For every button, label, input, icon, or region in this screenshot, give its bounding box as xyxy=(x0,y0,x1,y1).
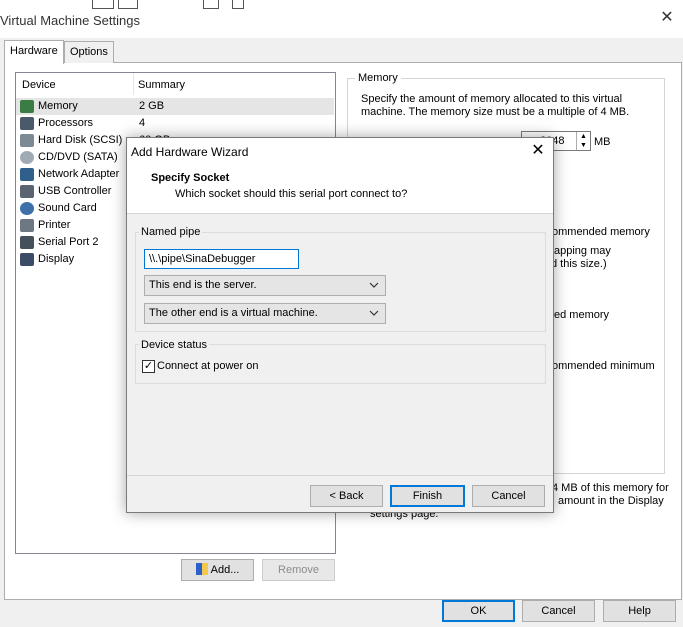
network-icon xyxy=(20,168,34,181)
column-header-summary[interactable]: Summary xyxy=(138,79,185,91)
memory-swapping-text: apping may xyxy=(554,245,611,257)
back-button[interactable]: < Back xyxy=(310,485,383,507)
cd-icon xyxy=(20,151,34,164)
device-name: USB Controller xyxy=(38,185,112,197)
memory-description-line1: Specify the amount of memory allocated t… xyxy=(361,93,623,105)
pipe-name-input[interactable]: \\.\pipe\SinaDebugger xyxy=(144,249,299,269)
device-name: Serial Port 2 xyxy=(38,236,99,248)
processor-icon xyxy=(20,117,34,130)
column-header-device[interactable]: Device xyxy=(22,79,56,91)
device-name: Hard Disk (SCSI) xyxy=(38,134,123,146)
toolbar-button[interactable] xyxy=(173,0,185,9)
window-title: Virtual Machine Settings xyxy=(0,13,140,28)
tab-hardware[interactable]: Hardware xyxy=(4,40,64,64)
other-end-select[interactable]: The other end is a virtual machine. xyxy=(144,303,386,324)
wizard-title: Add Hardware Wizard xyxy=(131,145,249,159)
finish-button[interactable]: Finish xyxy=(390,485,465,507)
device-name: Sound Card xyxy=(38,202,97,214)
connect-at-power-on-label: Connect at power on xyxy=(157,360,259,372)
device-status-group-label: Device status xyxy=(139,339,210,351)
device-summary: 2 GB xyxy=(139,100,165,112)
wizard-cancel-button[interactable]: Cancel xyxy=(472,485,545,507)
spinner-arrows-icon[interactable]: ▲ ▼ xyxy=(576,132,590,150)
add-device-button[interactable]: Add... xyxy=(181,559,254,581)
remove-device-button[interactable]: Remove xyxy=(262,559,335,581)
toolbar-button[interactable] xyxy=(140,0,162,9)
usb-icon xyxy=(20,185,34,198)
device-row-memory[interactable]: Memory 2 GB xyxy=(16,98,334,115)
chevron-down-icon xyxy=(369,310,379,316)
memory-icon xyxy=(20,100,34,113)
toolbar-button[interactable] xyxy=(232,0,244,9)
device-name: Printer xyxy=(38,219,71,231)
speaker-icon xyxy=(20,202,34,215)
wizard-separator xyxy=(127,475,553,476)
help-button[interactable]: Help xyxy=(603,600,676,622)
device-summary: 4 xyxy=(139,117,146,129)
ok-button[interactable]: OK xyxy=(442,600,515,622)
toolbar-button[interactable] xyxy=(92,0,114,9)
device-name: CD/DVD (SATA) xyxy=(38,151,118,163)
printer-icon xyxy=(20,219,34,232)
hard-disk-icon xyxy=(20,134,34,147)
memory-swapping-text: d this size.) xyxy=(551,258,607,270)
wizard-subheading: Which socket should this serial port con… xyxy=(175,188,408,200)
connect-at-power-on-checkbox[interactable]: ✓ xyxy=(142,360,155,373)
shield-icon xyxy=(195,563,208,575)
monitor-icon xyxy=(20,253,34,266)
named-pipe-group-label: Named pipe xyxy=(139,226,203,238)
memory-unit: MB xyxy=(594,136,611,148)
toolbar-button[interactable] xyxy=(118,0,138,9)
toolbar-button[interactable] xyxy=(203,0,219,9)
memory-group-title: Memory xyxy=(355,72,401,84)
serial-port-icon xyxy=(20,236,34,249)
device-row-processors[interactable]: Processors 4 xyxy=(16,115,334,132)
memory-guest-text: ed memory xyxy=(554,309,610,321)
chevron-down-icon xyxy=(369,282,379,288)
close-icon[interactable]: ✕ xyxy=(529,142,547,160)
wizard-heading: Specify Socket xyxy=(151,172,230,184)
device-name: Network Adapter xyxy=(38,168,120,180)
device-name: Processors xyxy=(38,117,94,129)
memory-description-line2: machine. The memory size must be a multi… xyxy=(361,106,630,118)
memory-note-text: 4 MB of this memory for xyxy=(552,482,669,494)
column-divider[interactable] xyxy=(133,73,134,95)
cancel-button[interactable]: Cancel xyxy=(522,600,595,622)
memory-recommended-text: ommended memory xyxy=(552,226,650,238)
this-end-select[interactable]: This end is the server. xyxy=(144,275,386,296)
device-name: Memory xyxy=(38,100,78,112)
device-name: Display xyxy=(38,253,75,265)
close-icon[interactable]: ✕ xyxy=(659,10,675,26)
memory-minimum-text: ommended minimum xyxy=(552,360,655,372)
memory-note-text: amount in the Display xyxy=(558,495,664,507)
tab-options[interactable]: Options xyxy=(64,41,114,63)
